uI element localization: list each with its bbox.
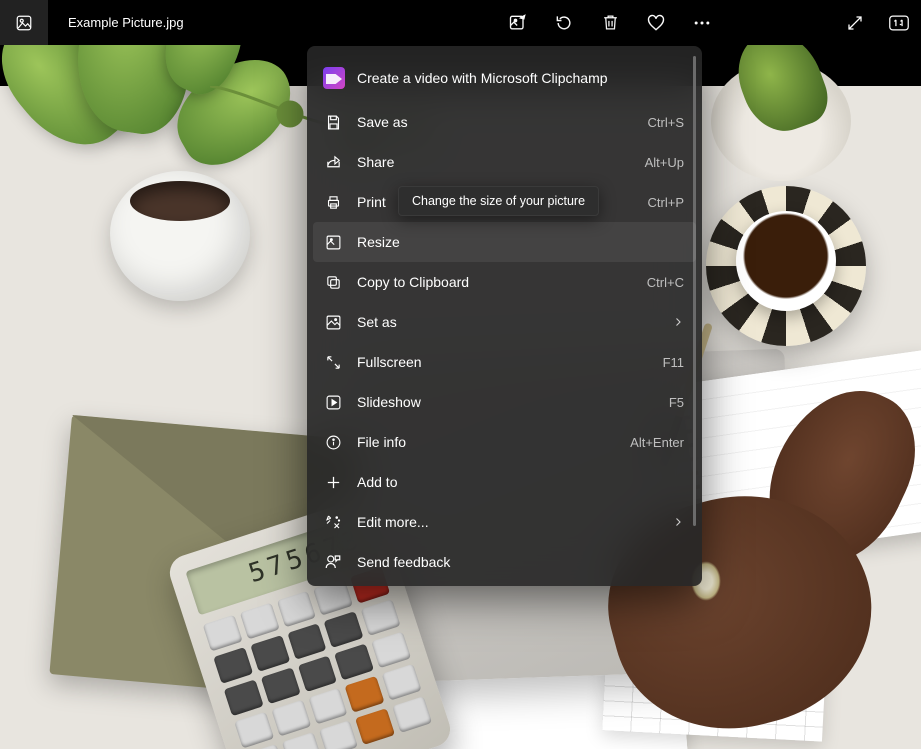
add-icon (323, 472, 343, 492)
share-icon (323, 152, 343, 172)
menu-shortcut: F5 (669, 395, 684, 410)
set-as-icon (323, 312, 343, 332)
edit-more-icon (323, 512, 343, 532)
menu-label: Edit more... (357, 514, 672, 530)
fullscreen-menu-icon (323, 352, 343, 372)
save-icon (323, 112, 343, 132)
menu-label: Slideshow (357, 394, 669, 410)
clipchamp-icon (323, 67, 345, 89)
menu-label: Share (357, 154, 645, 170)
actual-size-icon[interactable] (887, 11, 911, 35)
menu-item-resize[interactable]: Resize (313, 222, 696, 262)
resize-icon (323, 232, 343, 252)
delete-icon[interactable] (598, 11, 622, 35)
menu-label: Save as (357, 114, 648, 130)
resize-tooltip: Change the size of your picture (398, 186, 599, 216)
chevron-right-icon (672, 516, 684, 528)
menu-shortcut: Alt+Up (645, 155, 684, 170)
menu-item-add-to[interactable]: Add to (307, 462, 702, 502)
menu-label: Set as (357, 314, 672, 330)
file-title: Example Picture.jpg (68, 15, 184, 30)
info-icon (323, 432, 343, 452)
menu-item-send-feedback[interactable]: Send feedback (307, 542, 702, 582)
menu-label: File info (357, 434, 630, 450)
more-icon[interactable] (690, 11, 714, 35)
fullscreen-icon[interactable] (843, 11, 867, 35)
menu-shortcut: Alt+Enter (630, 435, 684, 450)
chevron-right-icon (672, 316, 684, 328)
menu-item-overflow[interactable] (307, 582, 702, 586)
favorite-icon[interactable] (644, 11, 668, 35)
rotate-icon[interactable] (552, 11, 576, 35)
menu-item-set-as[interactable]: Set as (307, 302, 702, 342)
overflow-icon (323, 581, 343, 586)
more-options-menu: Create a video with Microsoft Clipchamp … (307, 46, 702, 586)
app-icon[interactable] (0, 0, 48, 45)
menu-item-copy[interactable]: Copy to Clipboard Ctrl+C (307, 262, 702, 302)
menu-item-edit-more[interactable]: Edit more... (307, 502, 702, 542)
copy-icon (323, 272, 343, 292)
menu-label: Copy to Clipboard (357, 274, 647, 290)
menu-label: Fullscreen (357, 354, 663, 370)
menu-label: Resize (357, 234, 684, 250)
menu-shortcut: F11 (663, 355, 684, 370)
print-icon (323, 192, 343, 212)
menu-item-save-as[interactable]: Save as Ctrl+S (307, 102, 702, 142)
menu-item-fullscreen[interactable]: Fullscreen F11 (307, 342, 702, 382)
slideshow-icon (323, 392, 343, 412)
title-bar: Example Picture.jpg (0, 0, 921, 45)
menu-item-share[interactable]: Share Alt+Up (307, 142, 702, 182)
feedback-icon (323, 552, 343, 572)
menu-label: Send feedback (357, 554, 684, 570)
edit-image-icon[interactable] (506, 11, 530, 35)
menu-item-clipchamp[interactable]: Create a video with Microsoft Clipchamp (307, 54, 702, 102)
menu-item-file-info[interactable]: File info Alt+Enter (307, 422, 702, 462)
menu-shortcut: Ctrl+C (647, 275, 684, 290)
menu-item-slideshow[interactable]: Slideshow F5 (307, 382, 702, 422)
menu-shortcut: Ctrl+S (648, 115, 684, 130)
menu-label: Add to (357, 474, 684, 490)
menu-label: Create a video with Microsoft Clipchamp (357, 70, 684, 86)
menu-shortcut: Ctrl+P (648, 195, 684, 210)
